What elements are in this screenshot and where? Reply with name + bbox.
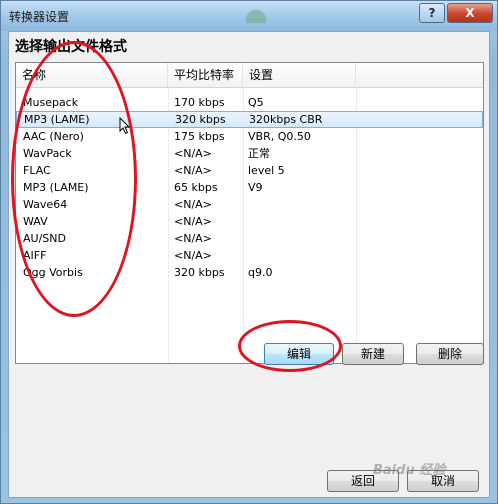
edit-button[interactable]: 编辑 — [264, 343, 334, 365]
format-name: AIFF — [23, 249, 47, 262]
format-bitrate: 320 kbps — [174, 266, 225, 279]
window-title: 转换器设置 — [9, 10, 70, 24]
list-item[interactable]: AAC (Nero) 175 kbps VBR, Q0.50 — [16, 128, 483, 145]
format-bitrate: <N/A> — [174, 232, 212, 245]
dialog-heading: 选择输出文件格式 — [15, 39, 127, 55]
format-name: MP3 (LAME) — [24, 113, 90, 126]
format-name: MP3 (LAME) — [23, 181, 89, 194]
column-header-bitrate[interactable]: 平均比特率 — [168, 63, 243, 87]
help-button[interactable]: ? — [419, 3, 445, 23]
format-bitrate: <N/A> — [174, 147, 212, 160]
format-settings: V9 — [248, 181, 263, 194]
format-bitrate: <N/A> — [174, 215, 212, 228]
converter-settings-window: 转换器设置 ? X 选择输出文件格式 名称 平均比特率 设置 Musepack … — [0, 0, 498, 504]
mouse-pointer-icon — [119, 117, 131, 135]
format-name: Ogg Vorbis — [23, 266, 83, 279]
format-name: FLAC — [23, 164, 51, 177]
format-name: Musepack — [23, 96, 79, 109]
format-bitrate: <N/A> — [174, 164, 212, 177]
format-name: AU/SND — [23, 232, 66, 245]
format-bitrate: <N/A> — [174, 198, 212, 211]
format-settings: 正常 — [248, 147, 270, 160]
list-item[interactable]: FLAC <N/A> level 5 — [16, 162, 483, 179]
list-item-selected[interactable]: MP3 (LAME) 320 kbps 320kbps CBR — [16, 111, 483, 128]
format-bitrate: <N/A> — [174, 249, 212, 262]
format-name: WavPack — [23, 147, 72, 160]
title-background-decoration — [236, 7, 276, 23]
format-settings: q9.0 — [248, 266, 273, 279]
watermark-text: Baidu 经验 — [373, 463, 446, 478]
format-bitrate: 175 kbps — [174, 130, 225, 143]
format-settings: 320kbps CBR — [249, 113, 323, 126]
new-button[interactable]: 新建 — [342, 343, 404, 365]
list-item[interactable]: Wave64 <N/A> — [16, 196, 483, 213]
list-header: 名称 平均比特率 设置 — [16, 63, 483, 88]
list-item[interactable]: AU/SND <N/A> — [16, 230, 483, 247]
format-list[interactable]: 名称 平均比特率 设置 Musepack 170 kbps Q5 MP3 (LA… — [15, 62, 484, 364]
list-item[interactable]: Ogg Vorbis 320 kbps q9.0 — [16, 264, 483, 281]
dialog-body: 选择输出文件格式 名称 平均比特率 设置 Musepack 170 kbps Q… — [8, 31, 490, 498]
format-settings: VBR, Q0.50 — [248, 130, 311, 143]
list-item[interactable]: WavPack <N/A> 正常 — [16, 145, 483, 162]
column-header-empty — [356, 63, 483, 87]
title-bar[interactable]: 转换器设置 ? X — [1, 1, 497, 31]
list-item[interactable]: Musepack 170 kbps Q5 — [16, 94, 483, 111]
format-settings: level 5 — [248, 164, 285, 177]
list-item[interactable]: AIFF <N/A> — [16, 247, 483, 264]
format-name: WAV — [23, 215, 48, 228]
delete-button[interactable]: 删除 — [416, 343, 484, 365]
list-item[interactable]: WAV <N/A> — [16, 213, 483, 230]
format-bitrate: 65 kbps — [174, 181, 218, 194]
close-button[interactable]: X — [447, 3, 493, 23]
column-header-name[interactable]: 名称 — [16, 63, 168, 87]
format-name: AAC (Nero) — [23, 130, 84, 143]
format-settings: Q5 — [248, 96, 264, 109]
format-bitrate: 170 kbps — [174, 96, 225, 109]
format-bitrate: 320 kbps — [175, 113, 226, 126]
column-header-settings[interactable]: 设置 — [243, 63, 356, 87]
list-item[interactable]: MP3 (LAME) 65 kbps V9 — [16, 179, 483, 196]
format-name: Wave64 — [23, 198, 68, 211]
